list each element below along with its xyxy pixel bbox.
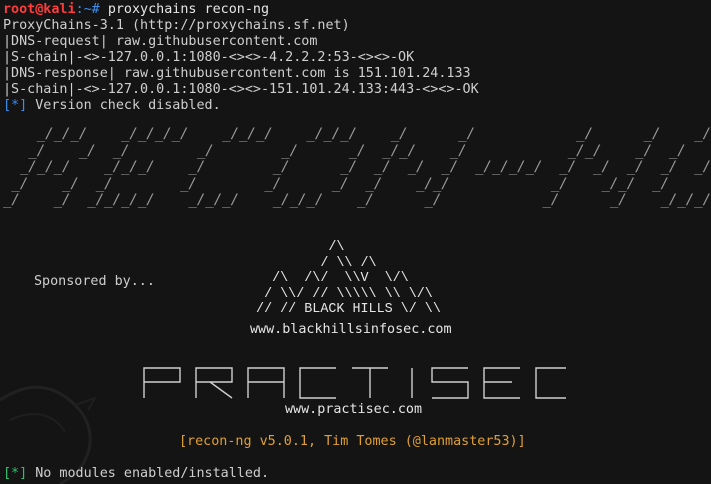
status-prefix: [*] (3, 98, 28, 113)
prompt-user-host: root@kali (3, 2, 76, 17)
proxychains-line: |DNS-response| raw.githubusercontent.com… (3, 66, 471, 81)
version-check-line: [*] Version check disabled. (3, 98, 221, 114)
proxychains-line: |DNS-request| raw.githubusercontent.com (3, 34, 318, 49)
practisec-url: www.practisec.com (285, 402, 423, 417)
prompt-command: proxychains recon-ng (107, 2, 270, 17)
version-check-text: Version check disabled. (27, 98, 221, 113)
proxychains-line: |S-chain|-<>-127.0.0.1:1080-<><>-4.2.2.2… (3, 50, 415, 65)
status-prefix: [*] (3, 466, 28, 481)
modules-status-text: No modules enabled/installed. (27, 466, 270, 481)
practisec-logo (143, 367, 566, 399)
modules-status-line: [*] No modules enabled/installed. (3, 466, 269, 482)
prompt-path: :~# (75, 2, 108, 17)
sponsored-by-label: Sponsored by... (34, 274, 155, 289)
black-hills-url: www.blackhillsinfosec.com (250, 322, 452, 337)
proxychains-line: |S-chain|-<>-127.0.0.1:1080-<><>-151.101… (3, 82, 479, 97)
recon-ng-version-banner: [recon-ng v5.0.1, Tim Tomes (@lanmaster5… (179, 434, 526, 449)
proxychains-version: ProxyChains-3.1 (http://proxychains.sf.n… (3, 18, 350, 33)
prompt-line: root@kali:~# proxychains recon-ng (3, 2, 269, 18)
recon-ng-ascii-banner: _/_/_/ _/_/_/_/ _/_/_/ _/_/_/ _/ _/ _/ _… (3, 126, 711, 208)
black-hills-ascii-logo: /\ / \\ /\ /\ /\/ \\V \/\ / \\/ // \\\\\… (256, 240, 441, 317)
terminal-window[interactable]: root@kali:~# proxychains recon-ng ProxyC… (0, 0, 711, 484)
